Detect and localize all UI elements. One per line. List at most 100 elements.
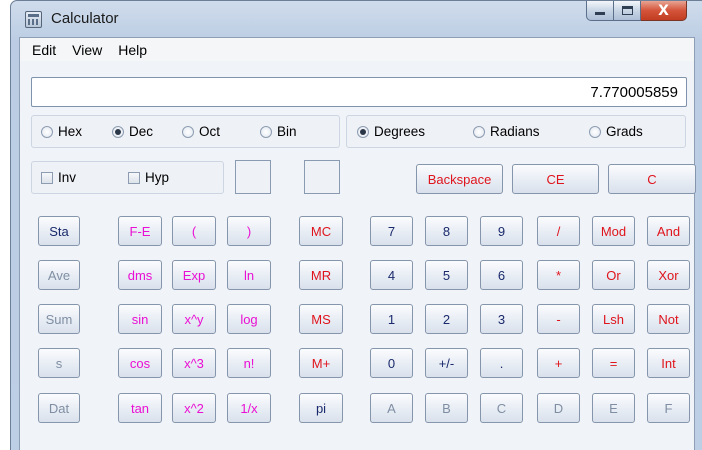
radio-degrees[interactable]: Degrees [357, 124, 425, 139]
mr-button[interactable]: MR [299, 260, 343, 290]
radio-dec[interactable]: Dec [112, 124, 153, 139]
hex-d-button[interactable]: D [537, 393, 580, 423]
radio-label-bin: Bin [277, 124, 297, 139]
calculator-app-icon [25, 11, 42, 28]
exp-button[interactable]: Exp [172, 260, 216, 290]
xor-button[interactable]: Xor [647, 260, 690, 290]
checkbox-hyp-label: Hyp [145, 170, 170, 185]
maximize-button[interactable] [614, 1, 641, 21]
title-bar[interactable]: Calculator X [11, 1, 702, 37]
radio-label-hex: Hex [58, 124, 83, 139]
radio-dot-grads [589, 125, 601, 138]
ms-button[interactable]: MS [299, 304, 343, 334]
menu-view[interactable]: View [64, 42, 110, 58]
s-button[interactable]: s [38, 348, 80, 378]
cos-button[interactable]: cos [118, 348, 162, 378]
hex-e-button[interactable]: E [592, 393, 635, 423]
radio-label-grads: Grads [606, 124, 643, 139]
digit-2-button[interactable]: 2 [425, 304, 468, 334]
x-cubed-button[interactable]: x^3 [172, 348, 216, 378]
checkbox-inv[interactable]: Inv [41, 170, 76, 185]
ave-button[interactable]: Ave [38, 260, 80, 290]
menu-help[interactable]: Help [110, 42, 155, 58]
minimize-button[interactable] [586, 1, 614, 21]
add-button[interactable]: + [537, 348, 580, 378]
m-plus-button[interactable]: M+ [299, 348, 343, 378]
radio-oct[interactable]: Oct [182, 124, 220, 139]
angle-mode-group: Degrees Radians Grads [346, 115, 686, 148]
menu-edit[interactable]: Edit [24, 42, 64, 58]
divide-button[interactable]: / [537, 216, 580, 246]
hex-a-button[interactable]: A [370, 393, 413, 423]
indicator-box-paren [235, 160, 271, 194]
hex-b-button[interactable]: B [425, 393, 468, 423]
indicator-box-memory [304, 160, 340, 194]
mod-button[interactable]: Mod [592, 216, 635, 246]
subtract-button[interactable]: - [537, 304, 580, 334]
window-title: Calculator [51, 10, 119, 27]
sum-button[interactable]: Sum [38, 304, 80, 334]
open-paren-button[interactable]: ( [172, 216, 216, 246]
digit-9-button[interactable]: 9 [480, 216, 523, 246]
fe-button[interactable]: F-E [118, 216, 162, 246]
radio-label-dec: Dec [129, 124, 154, 139]
int-button[interactable]: Int [647, 348, 690, 378]
c-button[interactable]: C [608, 164, 696, 194]
digit-6-button[interactable]: 6 [480, 260, 523, 290]
radio-label-degrees: Degrees [374, 124, 426, 139]
ce-button[interactable]: CE [512, 164, 599, 194]
digit-1-button[interactable]: 1 [370, 304, 413, 334]
caption-buttons: X [586, 1, 687, 21]
digit-0-button[interactable]: 0 [370, 348, 413, 378]
and-button[interactable]: And [647, 216, 690, 246]
close-paren-button[interactable]: ) [227, 216, 271, 246]
decimal-point-button[interactable]: . [480, 348, 523, 378]
reciprocal-button[interactable]: 1/x [227, 393, 271, 423]
checkbox-inv-label: Inv [58, 170, 77, 185]
x-squared-button[interactable]: x^2 [172, 393, 216, 423]
menu-bar: Edit View Help [20, 38, 694, 61]
radio-dot-oct [182, 125, 194, 138]
close-icon: X [658, 2, 669, 19]
checkbox-hyp[interactable]: Hyp [128, 170, 169, 185]
minimize-icon [595, 12, 605, 15]
inv-hyp-group: Inv Hyp [31, 161, 224, 194]
ln-button[interactable]: ln [227, 260, 271, 290]
digit-3-button[interactable]: 3 [480, 304, 523, 334]
sin-button[interactable]: sin [118, 304, 162, 334]
lsh-button[interactable]: Lsh [592, 304, 635, 334]
radio-label-radians: Radians [490, 124, 540, 139]
digit-8-button[interactable]: 8 [425, 216, 468, 246]
radio-dot-degrees [357, 125, 369, 138]
radio-label-oct: Oct [199, 124, 221, 139]
factorial-button[interactable]: n! [227, 348, 271, 378]
hex-f-button[interactable]: F [647, 393, 690, 423]
radio-dot-dec [112, 125, 124, 138]
close-button[interactable]: X [641, 1, 687, 21]
digit-5-button[interactable]: 5 [425, 260, 468, 290]
radio-dot-radians [473, 125, 485, 138]
radio-radians[interactable]: Radians [473, 124, 540, 139]
mc-button[interactable]: MC [299, 216, 343, 246]
hex-c-button[interactable]: C [480, 393, 523, 423]
tan-button[interactable]: tan [118, 393, 162, 423]
pi-button[interactable]: pi [299, 393, 343, 423]
multiply-button[interactable]: * [537, 260, 580, 290]
digit-4-button[interactable]: 4 [370, 260, 413, 290]
dat-button[interactable]: Dat [38, 393, 80, 423]
number-base-group: Hex Dec Oct Bin [31, 115, 340, 148]
dms-button[interactable]: dms [118, 260, 162, 290]
sta-button[interactable]: Sta [38, 216, 80, 246]
backspace-button[interactable]: Backspace [416, 164, 503, 194]
digit-7-button[interactable]: 7 [370, 216, 413, 246]
negate-button[interactable]: +/- [425, 348, 468, 378]
radio-grads[interactable]: Grads [589, 124, 643, 139]
or-button[interactable]: Or [592, 260, 635, 290]
log-button[interactable]: log [227, 304, 271, 334]
x-pow-y-button[interactable]: x^y [172, 304, 216, 334]
equals-button[interactable]: = [592, 348, 635, 378]
not-button[interactable]: Not [647, 304, 690, 334]
radio-hex[interactable]: Hex [41, 124, 82, 139]
radio-bin[interactable]: Bin [260, 124, 297, 139]
checkbox-hyp-box [128, 171, 140, 184]
